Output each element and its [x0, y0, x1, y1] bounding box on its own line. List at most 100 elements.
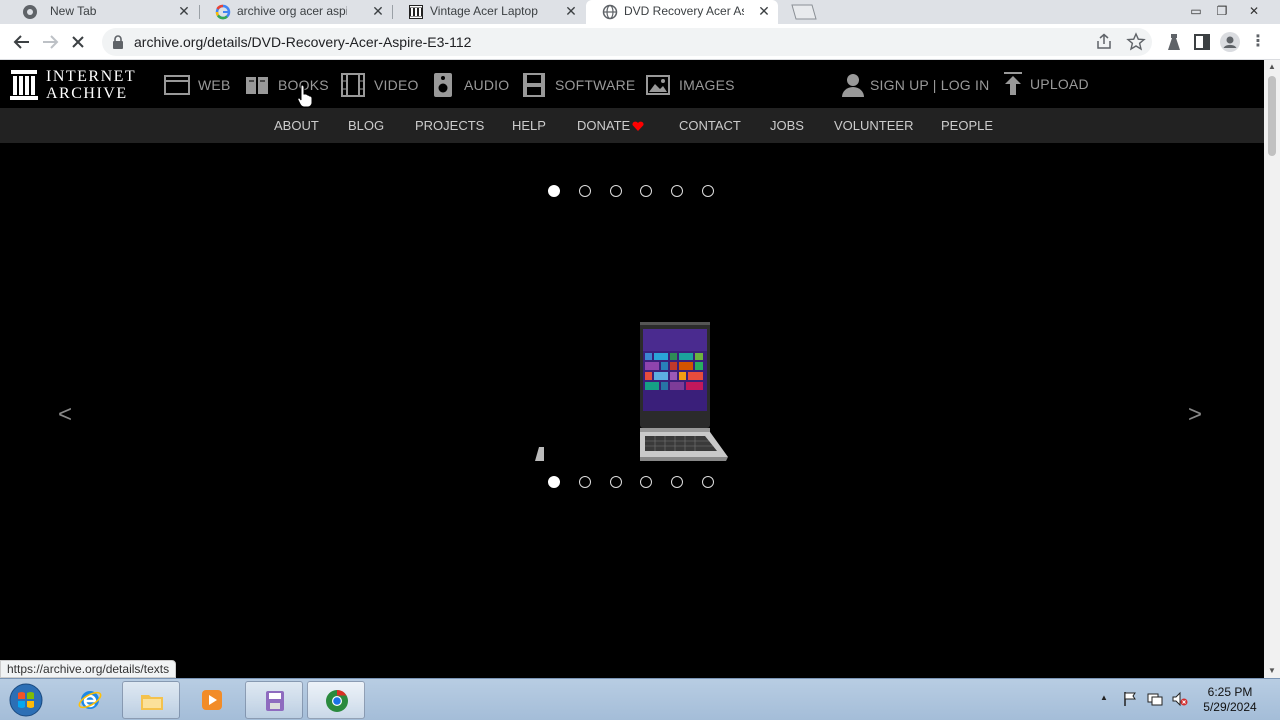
- carousel-dot-1[interactable]: [548, 185, 560, 197]
- subnav-people[interactable]: PEOPLE: [941, 118, 993, 133]
- hand-cursor-icon: [297, 84, 313, 108]
- page-scrollbar[interactable]: ▲ ▼: [1264, 60, 1280, 678]
- globe-icon: [602, 4, 618, 20]
- forward-icon[interactable]: [38, 30, 62, 54]
- tab-title: DVD Recovery Acer Asp: [624, 4, 744, 18]
- windows-taskbar: ▲ 6:25 PM 5/29/2024: [0, 678, 1280, 720]
- taskbar-chrome[interactable]: [307, 681, 365, 719]
- chrome-icon: [23, 5, 37, 19]
- nav-web-label: WEB: [198, 77, 231, 93]
- tab-new-tab[interactable]: New Tab ✕: [6, 0, 198, 24]
- tab-close-icon[interactable]: ✕: [756, 3, 772, 19]
- sign-up-log-in-link[interactable]: SIGN UP | LOG IN: [870, 77, 989, 93]
- internet-explorer-icon: [78, 691, 102, 709]
- tab-close-icon[interactable]: ✕: [563, 3, 579, 19]
- tab-dvd-recovery[interactable]: DVD Recovery Acer Asp ✕: [586, 0, 778, 24]
- ia-logo-line1: INTERNET: [46, 68, 137, 85]
- heart-icon: [632, 121, 644, 131]
- carousel-dot-5[interactable]: [671, 476, 683, 488]
- nav-video[interactable]: VIDEO: [340, 72, 419, 98]
- carousel-dot-6[interactable]: [702, 476, 714, 488]
- new-tab-icon[interactable]: [788, 4, 818, 20]
- subnav-help[interactable]: HELP: [512, 118, 546, 133]
- menu-icon[interactable]: ⋮: [1246, 30, 1270, 54]
- scroll-up-icon[interactable]: ▲: [1264, 60, 1280, 74]
- subnav-donate[interactable]: DONATE: [577, 118, 630, 133]
- start-button[interactable]: [6, 681, 46, 719]
- lock-icon[interactable]: [110, 34, 126, 50]
- network-icon[interactable]: [1147, 691, 1163, 707]
- side-panel-icon[interactable]: [1190, 30, 1214, 54]
- tray-overflow-icon[interactable]: ▲: [1100, 693, 1116, 709]
- screen: New Tab ✕ archive org acer aspire ✕ Vint…: [0, 0, 1280, 720]
- back-icon[interactable]: [10, 30, 34, 54]
- link-status-bubble: https://archive.org/details/texts: [0, 660, 177, 678]
- carousel-dot-6[interactable]: [702, 185, 714, 197]
- tab-vintage-acer[interactable]: Vintage Acer Laptop W ✕: [392, 0, 585, 24]
- archive-temple-icon: [10, 70, 38, 100]
- volume-muted-icon[interactable]: [1172, 691, 1188, 707]
- nav-audio-label: AUDIO: [464, 77, 510, 93]
- carousel-dot-4[interactable]: [640, 476, 652, 488]
- carousel-dot-2[interactable]: [579, 185, 591, 197]
- nav-web[interactable]: WEB: [164, 72, 231, 98]
- extensions-icon[interactable]: [1162, 30, 1186, 54]
- folder-icon: [141, 695, 163, 710]
- nav-upload[interactable]: UPLOAD: [1000, 71, 1089, 97]
- books-icon: [246, 77, 268, 94]
- address-bar[interactable]: archive.org/details/DVD-Recovery-Acer-As…: [102, 28, 1152, 56]
- bookmark-star-icon[interactable]: [1126, 32, 1146, 52]
- ia-logo[interactable]: INTERNET ARCHIVE: [10, 68, 150, 102]
- taskbar-ie[interactable]: [61, 681, 119, 719]
- upload-icon: [1004, 72, 1022, 95]
- carousel-dot-3[interactable]: [610, 476, 622, 488]
- subnav-about[interactable]: ABOUT: [274, 118, 319, 133]
- subnav-projects[interactable]: PROJECTS: [415, 118, 484, 133]
- stop-loading-icon[interactable]: [66, 30, 90, 54]
- action-center-flag-icon[interactable]: [1122, 691, 1138, 707]
- tab-title: archive org acer aspire: [237, 4, 347, 18]
- clock-date: 5/29/2024: [1203, 700, 1257, 714]
- floppy-icon: [523, 73, 545, 97]
- laptop-image: [535, 322, 728, 461]
- subnav-contact[interactable]: CONTACT: [679, 118, 741, 133]
- profile-icon[interactable]: [1218, 30, 1242, 54]
- nav-software[interactable]: SOFTWARE: [521, 72, 635, 98]
- taskbar-app-floppy[interactable]: [245, 681, 303, 719]
- nav-images[interactable]: IMAGES: [645, 72, 735, 98]
- scroll-down-icon[interactable]: ▼: [1264, 664, 1280, 678]
- nav-software-label: SOFTWARE: [555, 77, 636, 93]
- restore-icon[interactable]: ❐: [1208, 0, 1236, 22]
- nav-audio[interactable]: AUDIO: [430, 72, 509, 98]
- image-icon: [646, 75, 670, 95]
- ia-sub-nav: ABOUT BLOG PROJECTS HELP DONATE CONTACT …: [0, 108, 1264, 143]
- carousel-dot-2[interactable]: [579, 476, 591, 488]
- carousel-dot-1[interactable]: [548, 476, 560, 488]
- nav-books[interactable]: BOOKS: [244, 72, 329, 98]
- close-window-icon[interactable]: ✕: [1240, 0, 1268, 22]
- carousel-dot-5[interactable]: [671, 185, 683, 197]
- carousel-dot-4[interactable]: [640, 185, 652, 197]
- tab-google-search[interactable]: archive org acer aspire ✕: [199, 0, 392, 24]
- nav-account[interactable]: SIGN UP | LOG IN: [840, 72, 989, 98]
- subnav-blog[interactable]: BLOG: [348, 118, 384, 133]
- subnav-jobs[interactable]: JOBS: [770, 118, 804, 133]
- tab-title: Vintage Acer Laptop W: [430, 4, 540, 18]
- tab-close-icon[interactable]: ✕: [370, 3, 386, 19]
- image-viewer: < >: [0, 143, 1264, 663]
- speaker-icon: [434, 73, 452, 97]
- taskbar-media-player[interactable]: [183, 681, 241, 719]
- scroll-thumb[interactable]: [1268, 76, 1276, 156]
- carousel-dot-3[interactable]: [610, 185, 622, 197]
- taskbar-clock[interactable]: 6:25 PM 5/29/2024: [1198, 685, 1262, 715]
- prev-slide-button[interactable]: <: [58, 401, 72, 429]
- archive-logo-icon: [409, 5, 423, 19]
- share-icon[interactable]: [1094, 32, 1114, 52]
- taskbar-explorer[interactable]: [122, 681, 180, 719]
- subnav-volunteer[interactable]: VOLUNTEER: [834, 118, 913, 133]
- user-icon: [842, 74, 864, 97]
- tab-close-icon[interactable]: ✕: [176, 3, 192, 19]
- minimize-icon[interactable]: ▭: [1182, 0, 1210, 22]
- next-slide-button[interactable]: >: [1188, 401, 1202, 429]
- film-icon: [341, 73, 365, 97]
